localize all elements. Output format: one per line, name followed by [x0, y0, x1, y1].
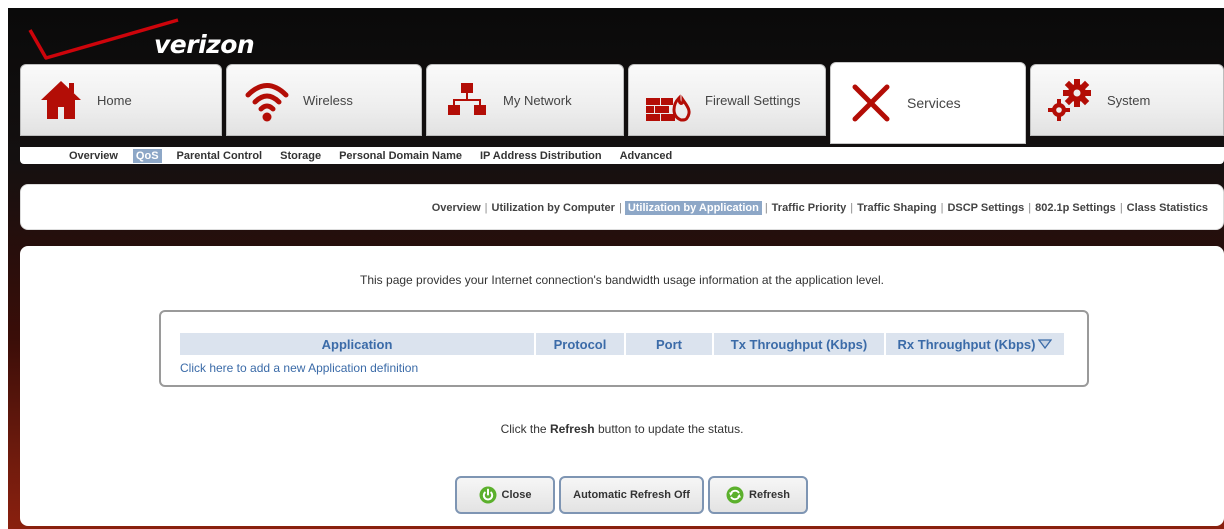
intro-text: This page provides your Internet connect…: [360, 273, 884, 287]
section-link-utilization-by-application[interactable]: Utilization by Application: [624, 201, 762, 215]
section-link-utilization-by-computer[interactable]: Utilization by Computer: [491, 202, 616, 214]
subnav-qos[interactable]: QoS: [132, 148, 162, 163]
tab-label: Wireless: [303, 92, 353, 108]
col-header-protocol[interactable]: Protocol: [536, 333, 626, 355]
main-panel: This page provides your Internet connect…: [20, 246, 1224, 526]
tab-my-network[interactable]: My Network: [426, 64, 624, 136]
tab-label: Firewall Settings: [705, 92, 801, 108]
col-header-label: Rx Throughput (Kbps): [897, 336, 1036, 352]
refresh-button-label: Refresh: [749, 489, 790, 501]
separator: |: [850, 202, 854, 214]
col-header-tx-throughput[interactable]: Tx Throughput (Kbps): [714, 333, 886, 355]
col-header-application[interactable]: Application: [180, 333, 536, 355]
subnav-advanced[interactable]: Advanced: [611, 150, 682, 162]
tab-wireless[interactable]: Wireless: [226, 64, 422, 136]
section-link-8021p-settings[interactable]: 802.1p Settings: [1034, 202, 1117, 214]
section-link-class-statistics[interactable]: Class Statistics: [1126, 202, 1209, 214]
subnav-parental-control[interactable]: Parental Control: [168, 150, 272, 162]
refresh-button[interactable]: Refresh: [708, 476, 808, 514]
qos-section-nav: Overview | Utilization by Computer | Uti…: [20, 184, 1224, 230]
services-subnav: Overview QoS Parental Control Storage Pe…: [20, 147, 1224, 164]
logo-text: verizon: [154, 30, 255, 59]
refresh-note-prefix: Click the: [500, 422, 547, 436]
tab-label: Services: [907, 95, 961, 111]
qos-section-links: Overview | Utilization by Computer | Uti…: [431, 185, 1209, 231]
section-link-traffic-priority[interactable]: Traffic Priority: [771, 202, 848, 214]
separator: |: [940, 202, 944, 214]
tools-icon: [843, 75, 899, 131]
tab-home[interactable]: Home: [20, 64, 222, 136]
table-header-row: Application Protocol Port Tx Throughput …: [180, 333, 1064, 355]
automatic-refresh-toggle[interactable]: Automatic Refresh Off: [559, 476, 704, 514]
tab-label: System: [1107, 92, 1151, 108]
gears-icon: [1043, 72, 1099, 128]
page-frame: verizon Home Wireless My Network Firewal…: [8, 8, 1224, 529]
separator: |: [1028, 202, 1032, 214]
close-button[interactable]: Close: [455, 476, 555, 514]
house-icon: [33, 72, 89, 128]
tab-label: My Network: [503, 92, 572, 108]
tab-firewall-settings[interactable]: Firewall Settings: [628, 64, 826, 136]
separator: |: [484, 202, 488, 214]
wifi-icon: [239, 72, 295, 128]
refresh-note-bold: Refresh: [549, 422, 595, 436]
network-icon: [439, 72, 495, 128]
subnav-overview[interactable]: Overview: [60, 150, 127, 162]
sort-down-icon: [1038, 339, 1053, 349]
subnav-ip-address-distribution[interactable]: IP Address Distribution: [471, 150, 611, 162]
tab-system[interactable]: System: [1030, 64, 1224, 136]
close-circle-icon: [479, 486, 497, 504]
verizon-logo: verizon: [28, 16, 268, 64]
refresh-icon: [726, 486, 744, 504]
application-table: Application Protocol Port Tx Throughput …: [159, 310, 1089, 387]
separator: |: [618, 202, 622, 214]
section-link-overview[interactable]: Overview: [431, 202, 482, 214]
separator: |: [764, 202, 768, 214]
tab-label: Home: [97, 92, 132, 108]
section-link-dscp-settings[interactable]: DSCP Settings: [946, 202, 1025, 214]
col-header-port[interactable]: Port: [626, 333, 714, 355]
firewall-icon: [641, 72, 697, 128]
subnav-storage[interactable]: Storage: [271, 150, 330, 162]
separator: |: [1119, 202, 1123, 214]
close-button-label: Close: [501, 489, 532, 501]
subnav-personal-domain-name[interactable]: Personal Domain Name: [330, 150, 471, 162]
add-application-link[interactable]: Click here to add a new Application defi…: [180, 361, 418, 375]
col-header-rx-throughput[interactable]: Rx Throughput (Kbps): [886, 333, 1064, 355]
refresh-note: Click the Refresh button to update the s…: [20, 422, 1224, 436]
refresh-note-suffix: button to update the status.: [597, 422, 744, 436]
automatic-refresh-label: Automatic Refresh Off: [573, 489, 690, 501]
section-link-traffic-shaping[interactable]: Traffic Shaping: [856, 202, 937, 214]
tab-services[interactable]: Services: [830, 62, 1026, 144]
